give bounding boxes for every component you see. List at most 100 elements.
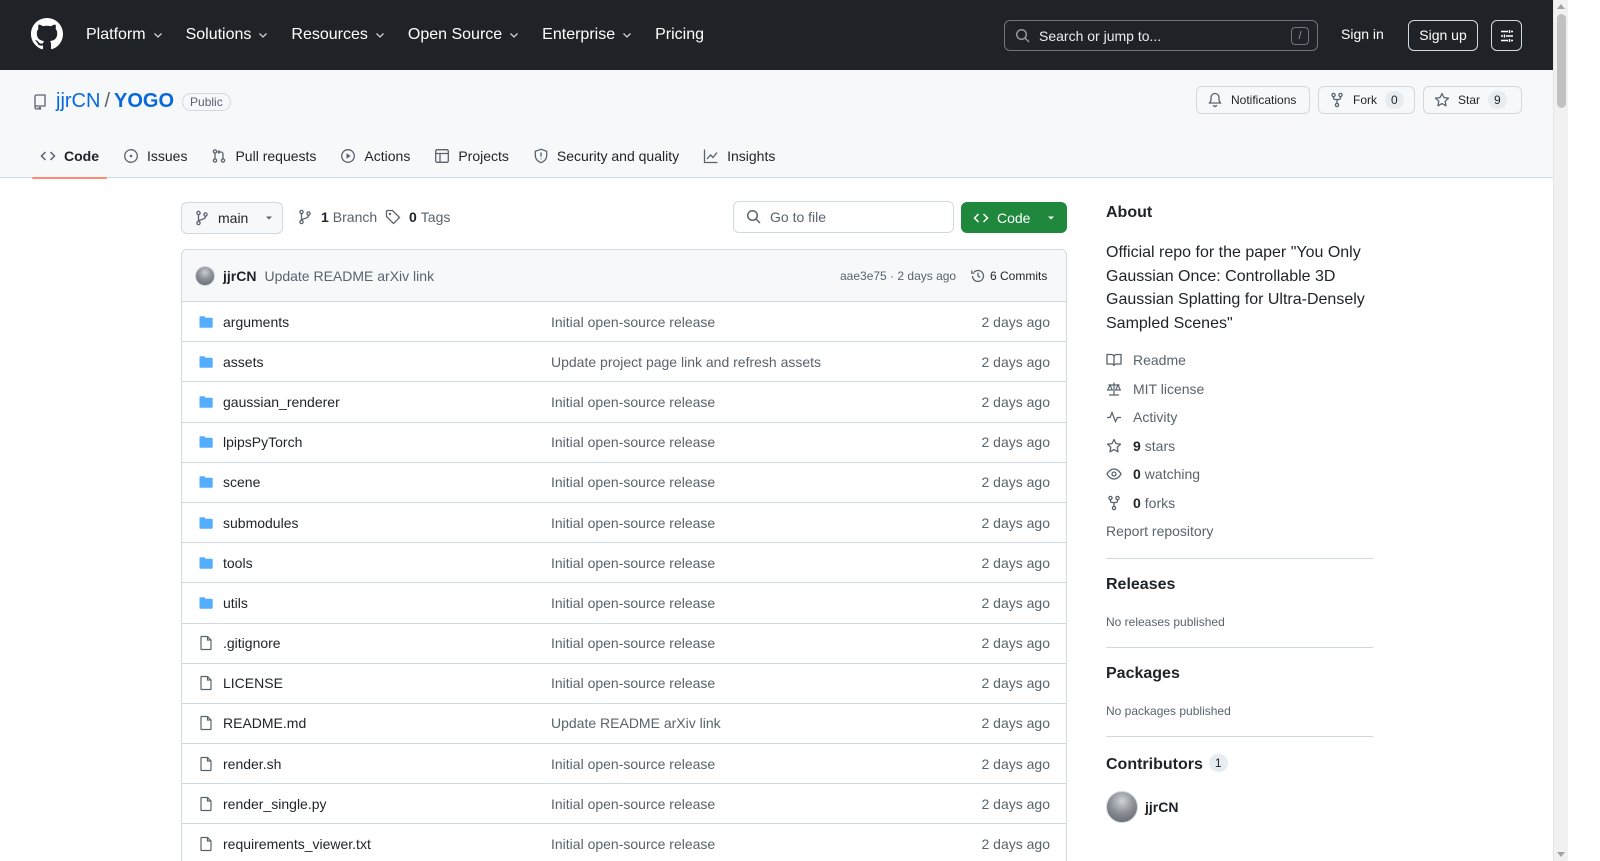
fork-count: 0 bbox=[1385, 91, 1404, 109]
nav-resources[interactable]: Resources bbox=[291, 26, 385, 44]
author-avatar[interactable] bbox=[195, 265, 215, 286]
tab-projects[interactable]: Projects bbox=[426, 134, 517, 178]
file-name-link[interactable]: arguments bbox=[223, 314, 289, 330]
file-commit-message[interactable]: Initial open-source release bbox=[551, 756, 715, 772]
file-commit-message[interactable]: Initial open-source release bbox=[551, 314, 715, 330]
activity-link[interactable]: Activity bbox=[1106, 403, 1213, 432]
file-name-link[interactable]: scene bbox=[223, 474, 260, 490]
scroll-up-arrow-icon[interactable] bbox=[1557, 4, 1565, 9]
table-row[interactable]: utils Initial open-source release 2 days a… bbox=[182, 583, 1066, 624]
branch-select-button[interactable]: main bbox=[181, 202, 283, 234]
pulse-icon bbox=[1107, 410, 1121, 424]
file-commit-message[interactable]: Initial open-source release bbox=[551, 394, 715, 410]
file-commit-message[interactable]: Update project page link and refresh ass… bbox=[551, 354, 821, 370]
commit-hash-time[interactable]: aae3e75 · 2 days ago bbox=[840, 269, 956, 283]
search-input[interactable]: Search or jump to... / bbox=[1004, 20, 1318, 51]
star-button[interactable]: Star 9 bbox=[1423, 86, 1522, 114]
code-dropdown-button[interactable]: Code bbox=[961, 202, 1067, 233]
file-commit-message[interactable]: Initial open-source release bbox=[551, 474, 715, 490]
nav-platform[interactable]: Platform bbox=[86, 26, 164, 44]
stars-link[interactable]: 9 stars bbox=[1106, 432, 1213, 461]
file-name-link[interactable]: tools bbox=[223, 555, 253, 571]
report-repository-link[interactable]: Report repository bbox=[1106, 517, 1213, 546]
license-link[interactable]: MIT license bbox=[1106, 375, 1213, 404]
tab-insights[interactable]: Insights bbox=[695, 134, 783, 178]
nav-enterprise[interactable]: Enterprise bbox=[542, 26, 633, 44]
file-name-link[interactable]: gaussian_renderer bbox=[223, 394, 340, 410]
notifications-button[interactable]: Notifications bbox=[1196, 86, 1310, 114]
repo-name-link[interactable]: YOGO bbox=[114, 90, 174, 113]
file-icon bbox=[200, 676, 212, 691]
sign-up-button[interactable]: Sign up bbox=[1408, 20, 1478, 51]
table-row[interactable]: lpipsPyTorch Initial open-source release 2… bbox=[182, 423, 1066, 463]
file-commit-message[interactable]: Update README arXiv link bbox=[551, 715, 721, 731]
file-name-link[interactable]: requirements_viewer.txt bbox=[223, 836, 371, 852]
folder-icon bbox=[199, 396, 213, 408]
tags-link[interactable]: 0 Tags bbox=[385, 209, 450, 225]
readme-link[interactable]: Readme bbox=[1106, 346, 1213, 375]
watchers-link[interactable]: 0 watching bbox=[1106, 460, 1213, 489]
commits-link[interactable]: 6 Commits bbox=[970, 268, 1047, 284]
file-commit-message[interactable]: Initial open-source release bbox=[551, 836, 715, 852]
file-name-link[interactable]: render_single.py bbox=[223, 796, 327, 812]
tab-label: Pull requests bbox=[235, 148, 317, 164]
search-placeholder: Search or jump to... bbox=[1039, 27, 1162, 44]
branches-link[interactable]: 1 Branch bbox=[297, 209, 377, 225]
scroll-down-arrow-icon[interactable] bbox=[1557, 852, 1565, 857]
table-row[interactable]: submodules Initial open-source release 2 d… bbox=[182, 503, 1066, 544]
table-row[interactable]: render_single.py Initial open-source rele… bbox=[182, 784, 1066, 825]
file-commit-message[interactable]: Initial open-source release bbox=[551, 635, 715, 651]
tab-pull-requests[interactable]: Pull requests bbox=[203, 134, 324, 178]
fork-button[interactable]: Fork 0 bbox=[1318, 86, 1415, 114]
tab-issues[interactable]: Issues bbox=[115, 134, 195, 178]
menu-button[interactable] bbox=[1491, 20, 1522, 51]
table-row[interactable]: assets Update project page link and refre… bbox=[182, 342, 1066, 383]
file-commit-message[interactable]: Initial open-source release bbox=[551, 675, 715, 691]
table-row[interactable]: tools Initial open-source release 2 days a… bbox=[182, 543, 1066, 584]
file-commit-message[interactable]: Initial open-source release bbox=[551, 796, 715, 812]
sign-in-link[interactable]: Sign in bbox=[1341, 26, 1384, 42]
contributor-name[interactable]: jjrCN bbox=[1145, 799, 1178, 815]
nav-pricing[interactable]: Pricing bbox=[655, 26, 704, 44]
tab-actions[interactable]: Actions bbox=[332, 134, 418, 178]
file-commit-message[interactable]: Initial open-source release bbox=[551, 434, 715, 450]
table-row[interactable]: gaussian_renderer Initial open-source rel… bbox=[182, 382, 1066, 423]
file-name-link[interactable]: LICENSE bbox=[223, 675, 283, 691]
tab-security[interactable]: Security and quality bbox=[525, 134, 687, 178]
table-row[interactable]: arguments Initial open-source release 2 da… bbox=[182, 302, 1066, 343]
repo-owner-link[interactable]: jjrCN bbox=[56, 90, 100, 113]
table-row[interactable]: LICENSE Initial open-source release 2 days… bbox=[182, 664, 1066, 704]
nav-open-source[interactable]: Open Source bbox=[408, 26, 520, 44]
commit-author-link[interactable]: jjrCN bbox=[223, 268, 256, 284]
file-commit-date: 2 days ago bbox=[981, 514, 1051, 531]
file-name-link[interactable]: render.sh bbox=[223, 756, 281, 772]
file-name-link[interactable]: .gitignore bbox=[223, 635, 281, 651]
commit-message-link[interactable]: Update README arXiv link bbox=[264, 268, 434, 284]
table-row[interactable]: requirements_viewer.txt Initial open-sour… bbox=[182, 824, 1066, 861]
table-row[interactable]: README.md Update README arXiv link 2 days … bbox=[182, 704, 1066, 745]
file-commit-message[interactable]: Initial open-source release bbox=[551, 555, 715, 571]
releases-heading[interactable]: Releases bbox=[1106, 576, 1175, 594]
file-name-link[interactable]: submodules bbox=[223, 515, 299, 531]
packages-heading[interactable]: Packages bbox=[1106, 665, 1180, 683]
tab-code[interactable]: Code bbox=[32, 134, 107, 179]
table-row[interactable]: scene Initial open-source release 2 days a… bbox=[182, 463, 1066, 503]
file-commit-message[interactable]: Initial open-source release bbox=[551, 515, 715, 531]
forks-link[interactable]: 0 forks bbox=[1106, 489, 1213, 518]
contributors-heading[interactable]: Contributors 1 bbox=[1106, 754, 1228, 774]
file-name-link[interactable]: lpipsPyTorch bbox=[223, 434, 302, 450]
contributor-avatar[interactable] bbox=[1106, 791, 1138, 823]
contributor-item[interactable]: jjrCN bbox=[1106, 791, 1178, 823]
tab-label: Projects bbox=[458, 148, 509, 164]
file-name-link[interactable]: assets bbox=[223, 354, 263, 370]
scrollbar-thumb[interactable] bbox=[1557, 14, 1566, 108]
nav-solutions[interactable]: Solutions bbox=[186, 26, 270, 44]
github-logo-icon[interactable] bbox=[31, 18, 63, 50]
file-name-link[interactable]: README.md bbox=[223, 715, 306, 731]
go-to-file-input[interactable]: Go to file bbox=[733, 201, 954, 233]
file-name-link[interactable]: utils bbox=[223, 595, 248, 611]
table-row[interactable]: render.sh Initial open-source release 2 da… bbox=[182, 744, 1066, 785]
page-scrollbar[interactable] bbox=[1553, 0, 1568, 861]
table-row[interactable]: .gitignore Initial open-source release 2 d… bbox=[182, 624, 1066, 664]
file-commit-message[interactable]: Initial open-source release bbox=[551, 595, 715, 611]
